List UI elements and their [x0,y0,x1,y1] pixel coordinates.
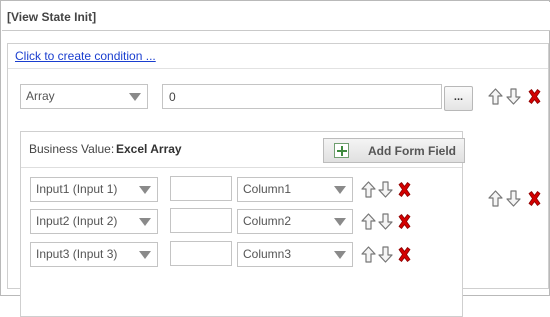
type-select[interactable]: Array [20,84,148,109]
delete-x-icon[interactable] [397,181,412,198]
chevron-down-icon [334,186,346,194]
chevron-down-icon [139,251,151,259]
condition-box: Click to create condition ... Array ... … [7,43,549,317]
field-column-value: Column3 [243,247,292,261]
arrow-up-icon[interactable] [361,213,376,230]
arrow-up-icon[interactable] [488,190,503,207]
field-text-input[interactable] [170,241,232,266]
panel-header: [View State Init] [2,2,550,31]
business-value-name: Excel Array [116,142,182,156]
arrow-up-icon[interactable] [488,88,503,105]
field-input-value: Input3 (Input 3) [36,247,118,261]
panel-title: [View State Init] [7,10,97,24]
field-input-value: Input2 (Input 2) [36,214,118,228]
chevron-down-icon [129,93,141,101]
field-text-input[interactable] [170,208,232,233]
value-input[interactable] [162,84,442,109]
view-state-panel: [View State Init] Click to create condit… [0,0,550,317]
business-value-box: Business Value: Excel Array Add Form Fie… [20,131,465,317]
field-input-select[interactable]: Input3 (Input 3) [30,242,158,267]
arrow-up-icon[interactable] [361,181,376,198]
delete-x-icon[interactable] [527,190,542,207]
arrow-down-icon[interactable] [378,181,393,198]
field-text-input[interactable] [170,176,232,201]
add-form-field-button[interactable]: Add Form Field [323,138,465,163]
chevron-down-icon [139,186,151,194]
create-condition-link[interactable]: Click to create condition ... [15,49,156,63]
business-value-label: Business Value: [29,142,115,156]
condition-divider [8,68,548,69]
chevron-down-icon [334,251,346,259]
type-select-value: Array [26,89,55,103]
arrow-down-icon[interactable] [378,213,393,230]
field-column-value: Column1 [243,182,292,196]
delete-x-icon[interactable] [397,246,412,263]
field-column-select[interactable]: Column1 [237,177,353,202]
field-input-select[interactable]: Input2 (Input 2) [30,209,158,234]
field-input-select[interactable]: Input1 (Input 1) [30,177,158,202]
arrow-down-icon[interactable] [378,246,393,263]
chevron-down-icon [334,218,346,226]
field-input-value: Input1 (Input 1) [36,182,118,196]
delete-x-icon[interactable] [527,88,542,105]
add-form-field-label: Add Form Field [368,144,456,158]
arrow-up-icon[interactable] [361,246,376,263]
plus-box-icon [334,143,349,158]
business-value-header: Business Value: Excel Array Add Form Fie… [21,132,465,168]
field-column-select[interactable]: Column3 [237,242,353,267]
arrow-down-icon[interactable] [506,190,521,207]
arrow-down-icon[interactable] [506,88,521,105]
field-column-select[interactable]: Column2 [237,209,353,234]
browse-button[interactable]: ... [444,86,473,111]
field-column-value: Column2 [243,214,292,228]
chevron-down-icon [139,218,151,226]
delete-x-icon[interactable] [397,213,412,230]
